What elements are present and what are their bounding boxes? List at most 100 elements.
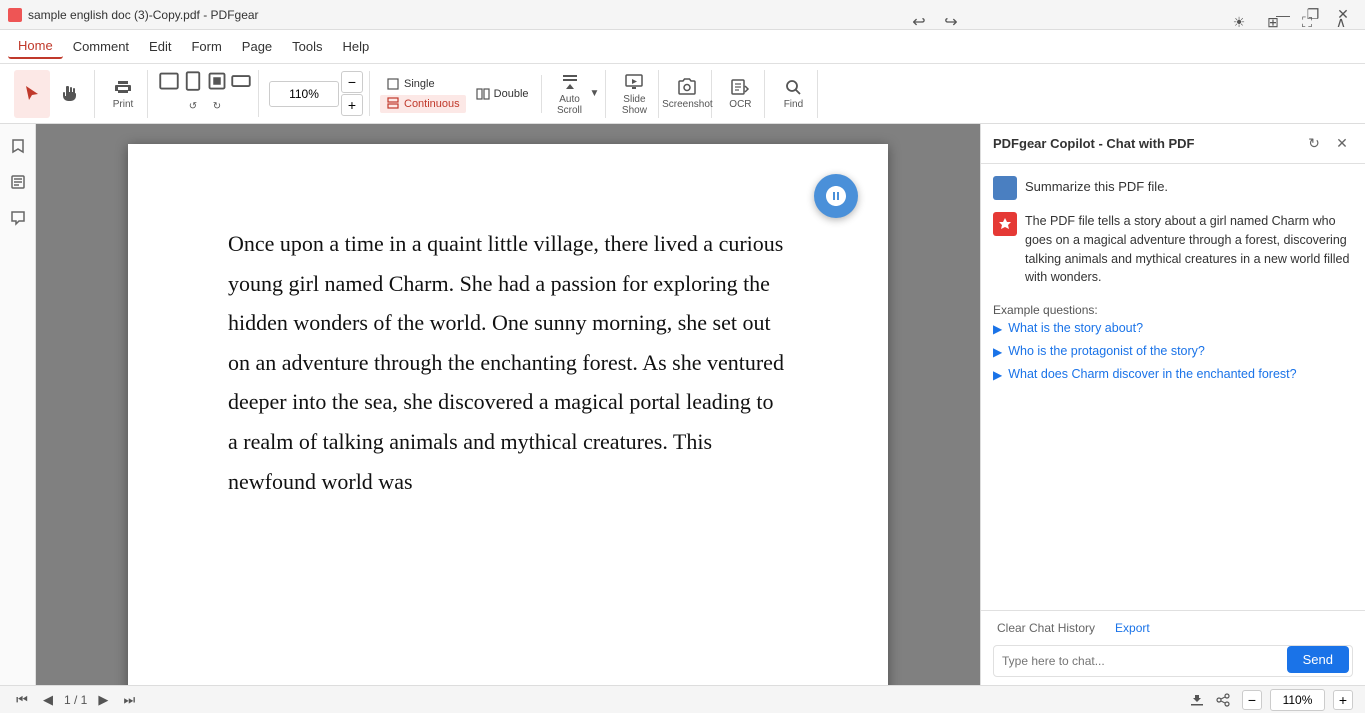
arrow-icon-3: ▶ (993, 368, 1002, 382)
slide-show-label: Slide Show (616, 94, 652, 116)
menu-help[interactable]: Help (333, 35, 380, 58)
fullscreen-button[interactable]: ⛶ (1293, 8, 1321, 36)
page-tools (1186, 689, 1234, 711)
undo-button[interactable]: ↩ (905, 8, 933, 36)
zoom-decrease-button[interactable]: − (341, 71, 363, 93)
undo-icon: ↩ (912, 12, 925, 32)
status-download-button[interactable] (1186, 689, 1208, 711)
auto-scroll-dropdown[interactable]: ▼ (590, 88, 600, 99)
ai-logo-icon (998, 217, 1012, 231)
zoom-in-status-button[interactable]: + (1333, 690, 1353, 710)
title-bar: sample english doc (3)-Copy.pdf - PDFgea… (0, 0, 1365, 30)
copilot-fab-button[interactable] (814, 174, 858, 218)
print-button[interactable]: Print (105, 70, 141, 118)
menu-home[interactable]: Home (8, 34, 63, 59)
menu-comment[interactable]: Comment (63, 35, 139, 58)
rotate-ccw-icon: ↺ (189, 101, 197, 112)
single-view-button[interactable]: Single (380, 75, 466, 93)
select-tool-button[interactable] (14, 70, 50, 118)
export-button[interactable]: Export (1111, 619, 1154, 637)
bookmark-icon (10, 138, 26, 154)
copilot-title: PDFgear Copilot - Chat with PDF (993, 136, 1195, 151)
auto-scroll-label: Auto Scroll (552, 94, 588, 116)
wide-view-button[interactable] (230, 70, 252, 92)
layout-button[interactable]: ⊞ (1259, 8, 1287, 36)
find-label: Find (784, 99, 803, 110)
menu-bar: Home Comment Edit Form Page Tools Help (0, 30, 1365, 64)
rotate-ccw-button[interactable]: ↺ (182, 95, 204, 117)
rotate-cw-button[interactable]: ↻ (206, 95, 228, 117)
copilot-body: Summarize this PDF file. The PDF file te… (981, 164, 1365, 610)
hand-icon (60, 84, 80, 104)
menu-form[interactable]: Form (181, 35, 231, 58)
menu-page[interactable]: Page (232, 35, 282, 58)
print-icon (113, 77, 133, 97)
close-icon: ✕ (1336, 135, 1348, 152)
app-body: Once upon a time in a quaint little vill… (0, 124, 1365, 685)
redo-button[interactable]: ↪ (937, 8, 965, 36)
page-info: 1 / 1 (64, 693, 87, 707)
auto-scroll-icon (560, 72, 580, 92)
fullscreen-icon: ⛶ (1302, 14, 1312, 31)
copilot-refresh-button[interactable]: ↻ (1303, 133, 1325, 155)
brightness-icon: ☀ (1233, 14, 1246, 31)
comments-icon (10, 210, 26, 226)
copilot-close-button[interactable]: ✕ (1331, 133, 1353, 155)
rotate-cw-icon: ↻ (213, 101, 221, 112)
actual-size-button[interactable] (206, 70, 228, 92)
user-message-text: Summarize this PDF file. (1025, 176, 1168, 194)
example-question-1[interactable]: ▶ What is the story about? (993, 317, 1353, 340)
zoom-increase-button[interactable]: + (341, 94, 363, 116)
first-page-button[interactable]: ⏮ (12, 690, 32, 710)
send-button[interactable]: Send (1287, 646, 1349, 673)
share-icon (1216, 693, 1230, 707)
menu-edit[interactable]: Edit (139, 35, 181, 58)
zoom-group: ↺ ↻ (152, 70, 259, 117)
comments-sidebar-icon[interactable] (4, 204, 32, 232)
pages-sidebar-icon[interactable] (4, 168, 32, 196)
last-page-button[interactable]: ⏭ (119, 690, 139, 710)
example-question-2-text: Who is the protagonist of the story? (1008, 344, 1205, 358)
prev-page-button[interactable]: ◀ (38, 690, 58, 710)
find-button[interactable]: Find (775, 70, 811, 118)
auto-scroll-button[interactable]: Auto Scroll (552, 70, 588, 118)
menu-tools[interactable]: Tools (282, 35, 332, 58)
status-share-button[interactable] (1212, 689, 1234, 711)
ocr-icon (730, 77, 750, 97)
footer-actions: Clear Chat History Export (993, 619, 1353, 637)
example-question-3-text: What does Charm discover in the enchante… (1008, 367, 1296, 381)
view-mode-group: Single Continuous Double (374, 75, 542, 113)
zoom-status-input[interactable] (1270, 689, 1325, 711)
zoom-out-status-button[interactable]: − (1242, 690, 1262, 710)
brightness-button[interactable]: ☀ (1225, 8, 1253, 36)
bookmark-sidebar-icon[interactable] (4, 132, 32, 160)
find-group: Find (769, 70, 818, 118)
slide-show-group: Slide Show (610, 70, 659, 118)
continuous-view-button[interactable]: Continuous (380, 95, 466, 113)
page-icons-row (158, 70, 252, 92)
clear-history-button[interactable]: Clear Chat History (993, 619, 1099, 637)
slide-show-button[interactable]: Slide Show (616, 70, 652, 118)
single-view-label: Single (404, 78, 435, 90)
status-nav: ⏮ ◀ 1 / 1 ▶ ⏭ (12, 690, 139, 710)
screenshot-button[interactable]: Screenshot (669, 70, 705, 118)
fit-page-icon (183, 71, 203, 91)
hand-tool-button[interactable] (52, 70, 88, 118)
layout-icon: ⊞ (1267, 14, 1279, 31)
pdf-page: Once upon a time in a quaint little vill… (128, 144, 888, 685)
fit-page-button[interactable] (182, 70, 204, 92)
arrow-icon-2: ▶ (993, 345, 1002, 359)
ocr-group: OCR (716, 70, 765, 118)
collapse-button[interactable]: ∧ (1327, 8, 1355, 36)
copilot-header-icons: ↻ ✕ (1303, 133, 1353, 155)
copilot-panel: PDFgear Copilot - Chat with PDF ↻ ✕ Summ… (980, 124, 1365, 685)
pdf-area[interactable]: Once upon a time in a quaint little vill… (36, 124, 980, 685)
fit-width-button[interactable] (158, 70, 180, 92)
example-question-2[interactable]: ▶ Who is the protagonist of the story? (993, 340, 1353, 363)
example-question-3[interactable]: ▶ What does Charm discover in the enchan… (993, 363, 1353, 386)
next-page-button[interactable]: ▶ (93, 690, 113, 710)
double-view-button[interactable]: Double (470, 85, 535, 103)
zoom-input[interactable] (269, 81, 339, 107)
ocr-button[interactable]: OCR (722, 70, 758, 118)
example-question-1-text: What is the story about? (1008, 321, 1143, 335)
